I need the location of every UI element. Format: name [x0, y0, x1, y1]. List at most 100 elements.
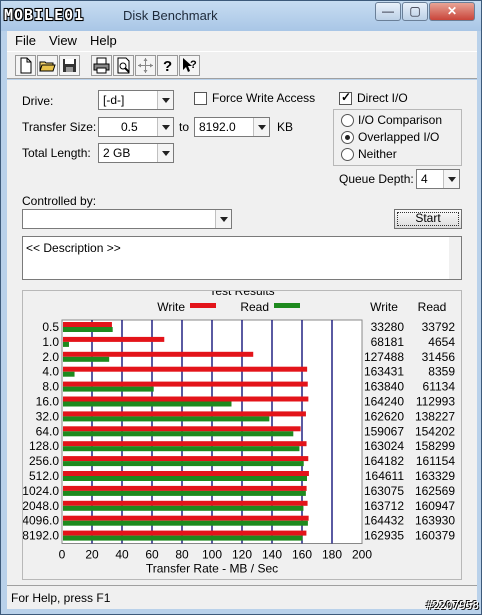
read-bar — [63, 446, 300, 452]
write-column-header: Write — [370, 300, 398, 314]
read-value: 61134 — [423, 380, 456, 394]
controlled-by-select[interactable] — [22, 209, 232, 229]
read-value: 8359 — [428, 365, 455, 379]
new-button[interactable] — [15, 55, 36, 76]
x-tick-label: 120 — [232, 548, 252, 562]
neither-radio[interactable] — [341, 148, 354, 161]
start-button[interactable]: Start — [394, 209, 462, 229]
write-value: 159067 — [364, 424, 404, 438]
transfer-to-select[interactable]: 8192.0 — [194, 117, 270, 137]
write-bar — [63, 322, 112, 327]
category-label: 16.0 — [36, 395, 60, 409]
x-tick-label: 80 — [175, 548, 189, 562]
read-bar — [63, 461, 304, 467]
overlapped-io-radio[interactable] — [341, 131, 354, 144]
print-preview-button[interactable] — [113, 55, 134, 76]
legend-write-label: Write — [157, 300, 185, 314]
read-value: 160379 — [415, 529, 455, 543]
queue-depth-select[interactable]: 4 — [416, 169, 460, 189]
category-label: 1024.0 — [23, 484, 59, 498]
write-bar — [63, 530, 307, 536]
to-label: to — [179, 120, 190, 134]
read-value: 33792 — [422, 320, 456, 334]
description-text: << Description >> — [26, 241, 121, 255]
read-bar — [63, 431, 294, 437]
read-bar — [63, 327, 113, 332]
write-value: 163431 — [364, 365, 404, 379]
menu-view[interactable]: View — [49, 33, 77, 48]
close-button[interactable]: ✕ — [429, 2, 475, 21]
write-value: 68181 — [371, 335, 405, 349]
x-tick-label: 100 — [202, 548, 222, 562]
force-write-checkbox[interactable] — [194, 92, 207, 105]
write-value: 163075 — [364, 484, 404, 498]
print-button[interactable] — [91, 55, 112, 76]
x-tick-label: 60 — [145, 548, 159, 562]
drive-select[interactable]: [-d-] — [98, 90, 174, 110]
chevron-down-icon — [157, 144, 173, 162]
description-box[interactable]: << Description >> — [22, 236, 462, 280]
io-comparison-radio[interactable] — [341, 114, 354, 127]
x-tick-label: 180 — [322, 548, 342, 562]
write-value: 164240 — [364, 395, 404, 409]
watermark: #2207958 — [426, 599, 479, 612]
x-tick-label: 160 — [292, 548, 312, 562]
read-bar — [63, 476, 307, 481]
chevron-down-icon — [443, 170, 459, 188]
read-value: 138227 — [415, 409, 455, 423]
category-label: 2.0 — [42, 350, 59, 364]
category-label: 0.5 — [42, 320, 59, 334]
read-value: 162569 — [415, 484, 455, 498]
write-bar — [63, 471, 309, 476]
controlled-by-label: Controlled by: — [22, 194, 97, 208]
read-bar — [63, 341, 69, 347]
category-label: 2048.0 — [23, 499, 59, 513]
neither-label: Neither — [358, 147, 397, 161]
read-bar — [63, 386, 154, 392]
minimize-button[interactable]: — — [375, 2, 401, 21]
read-bar — [63, 520, 308, 526]
total-length-select[interactable]: 2 GB — [98, 143, 174, 163]
save-button[interactable] — [59, 55, 80, 76]
read-bar — [63, 505, 304, 511]
menu-help[interactable]: Help — [90, 33, 117, 48]
move-button[interactable] — [135, 55, 156, 76]
menu-file[interactable]: File — [15, 33, 36, 48]
read-value: 160947 — [415, 499, 455, 513]
total-length-value: 2 GB — [103, 146, 131, 160]
write-bar — [63, 441, 307, 447]
maximize-button[interactable]: ▢ — [402, 2, 428, 21]
write-value: 127488 — [364, 350, 404, 364]
svg-text:?: ? — [190, 59, 197, 71]
context-help-button[interactable]: ? — [179, 55, 200, 76]
print-icon — [93, 57, 110, 74]
x-axis-label: Transfer Rate - MB / Sec — [146, 562, 278, 576]
write-bar — [63, 411, 306, 417]
category-label: 128.0 — [29, 439, 59, 453]
save-icon — [63, 59, 76, 72]
write-value: 163712 — [364, 499, 404, 513]
read-value: 112993 — [416, 395, 455, 409]
title-bar[interactable]: MOBILE01 Disk Benchmark — ▢ ✕ — [1, 1, 481, 31]
open-button[interactable] — [37, 55, 58, 76]
transfer-from-value: 0.5 — [121, 120, 138, 134]
read-bar — [63, 401, 232, 407]
menu-bar: File View Help — [7, 31, 477, 51]
write-bar — [63, 485, 307, 491]
direct-io-checkbox[interactable] — [339, 90, 352, 105]
category-label: 256.0 — [29, 454, 59, 468]
drive-label: Drive: — [22, 94, 54, 108]
x-tick-label: 0 — [59, 548, 66, 562]
transfer-from-select[interactable]: 0.5 — [98, 117, 174, 137]
new-icon — [20, 57, 32, 74]
read-bar — [63, 371, 75, 377]
about-button[interactable]: ? — [157, 55, 178, 76]
write-bar — [63, 396, 309, 402]
legend-write-swatch — [190, 303, 216, 308]
write-bar — [63, 336, 165, 342]
category-label: 32.0 — [36, 409, 60, 423]
drive-value: [-d-] — [103, 93, 125, 107]
description-scrollbar[interactable] — [449, 237, 461, 279]
help-icon: ? — [163, 58, 172, 75]
write-bar — [63, 366, 308, 372]
